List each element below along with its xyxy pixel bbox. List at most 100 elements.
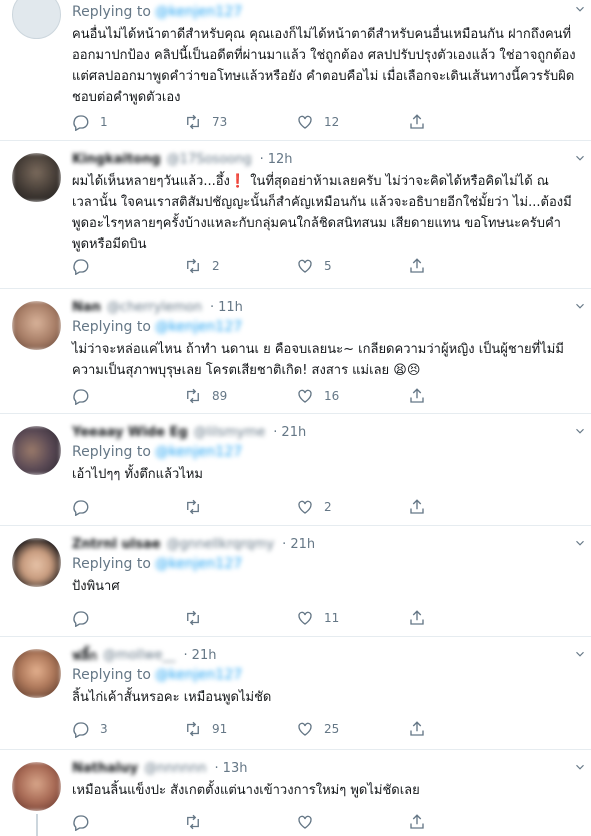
tweet[interactable]: Yeeaay Wide Eg @lilsmyme · 21h Replying to @… — [0, 414, 591, 526]
retweet-icon — [187, 721, 199, 737]
display-name[interactable]: ฟลิ้ก — [72, 645, 97, 666]
reply-button[interactable]: 1 — [72, 113, 184, 131]
tweet[interactable]: Kingkaitong @17Sosoong · 12h ผมได้เห็นหลายๆ… — [0, 141, 591, 289]
tweet-text: คนอื่นไม่ได้หน้าตาดีสำหรับคุณ คุณเองก็ไม… — [72, 27, 576, 105]
tweet-header: Yeeaay Wide Eg @lilsmyme · 21h — [72, 422, 579, 442]
reply-button[interactable] — [72, 257, 184, 275]
retweet-button[interactable]: 91 — [184, 720, 296, 738]
retweet-icon — [187, 610, 199, 626]
share-button[interactable] — [408, 257, 438, 275]
like-button[interactable]: 5 — [296, 257, 408, 275]
share-icon — [410, 814, 424, 829]
reply-button[interactable] — [72, 387, 184, 405]
share-icon — [410, 114, 424, 129]
handle[interactable]: @lilsmyme — [194, 425, 266, 440]
share-icon — [410, 721, 424, 736]
mention-link[interactable]: @kenjen127 — [155, 667, 242, 683]
display-name[interactable]: Yeeaay Wide Eg — [72, 425, 188, 440]
tweet-text: เหมือนลิ้นแข็งปะ สังเกตตั้งแต่นางเข้าวงก… — [72, 783, 420, 798]
timestamp[interactable]: 21h — [192, 648, 217, 663]
heart-icon — [298, 815, 312, 829]
avatar[interactable] — [12, 301, 61, 350]
mention-link[interactable]: @kenjen127 — [155, 444, 242, 460]
like-button[interactable]: 25 — [296, 720, 408, 738]
heart-icon — [298, 389, 312, 403]
like-button[interactable]: 12 — [296, 113, 408, 131]
retweet-button[interactable] — [184, 498, 296, 516]
retweet-icon — [187, 814, 199, 830]
tweet-header: Nathaluy @nnnnnn · 13h — [72, 758, 579, 778]
reply-button[interactable] — [72, 813, 184, 831]
retweet-button[interactable] — [184, 609, 296, 627]
reply-icon — [73, 115, 89, 131]
avatar[interactable] — [12, 153, 61, 202]
share-button[interactable] — [408, 387, 438, 405]
handle[interactable]: @17Sosoong — [167, 152, 252, 167]
display-name[interactable]: Nathaluy — [72, 761, 138, 776]
tweet-text: ลิ้นไก่เค้าสั้นหรอคะ เหมือนพูดไม่ชัด — [72, 690, 272, 705]
reply-icon — [73, 611, 89, 627]
tweet[interactable]: Zntrnl ulsae @gnnellkrqrqmy · 21h Replying … — [0, 526, 591, 637]
retweet-icon — [187, 114, 199, 130]
avatar[interactable] — [12, 649, 61, 698]
separator-dot: · — [282, 536, 287, 552]
retweet-icon — [187, 499, 199, 515]
retweet-button[interactable]: 2 — [184, 257, 296, 275]
share-icon — [410, 499, 424, 514]
handle[interactable]: @mollwe__ — [103, 648, 175, 663]
retweet-button[interactable]: 73 — [184, 113, 296, 131]
avatar[interactable] — [12, 0, 61, 39]
tweet[interactable]: Nan @cherrylemon · 11h Replying to @kenjen12… — [0, 289, 591, 414]
share-button[interactable] — [408, 720, 438, 738]
retweet-button[interactable] — [184, 813, 296, 831]
mention-link[interactable]: @kenjen127 — [155, 319, 242, 335]
share-button[interactable] — [408, 498, 438, 516]
reply-button[interactable] — [72, 498, 184, 516]
handle[interactable]: @cherrylemon — [107, 300, 202, 315]
like-button[interactable]: 11 — [296, 609, 408, 627]
handle[interactable]: @gnnellkrqrqmy — [167, 537, 275, 552]
reply-button[interactable] — [72, 609, 184, 627]
replying-to: Replying to @kenjen127 — [72, 667, 243, 683]
replying-to: Replying to @kenjen127 — [72, 319, 243, 335]
heart-icon — [298, 115, 312, 129]
mention-link[interactable]: @kenjen127 — [155, 556, 242, 572]
share-button[interactable] — [408, 113, 438, 131]
like-button[interactable] — [296, 813, 408, 831]
tweet-header: Kingkaitong @17Sosoong · 12h — [72, 149, 579, 169]
reply-feed: Replying to @kenjen127 คนอื่นไม่ได้หน้าตา… — [0, 0, 591, 836]
tweet[interactable]: ฟลิ้ก @mollwe__ · 21h Replying to @kenjen127… — [0, 637, 591, 750]
reply-button[interactable]: 3 — [72, 720, 184, 738]
like-button[interactable]: 2 — [296, 498, 408, 516]
mention-link[interactable]: @kenjen127 — [155, 4, 242, 20]
tweet-text: ไม่ว่าจะหล่อแค่ไหน ถ้าทำ นดานเ ย คือจบเล… — [72, 342, 564, 378]
avatar[interactable] — [12, 538, 61, 587]
share-icon — [410, 258, 424, 273]
share-icon — [410, 388, 424, 403]
display-name[interactable]: Zntrnl ulsae — [72, 537, 161, 552]
share-button[interactable] — [408, 609, 438, 627]
replying-to: Replying to @kenjen127 — [72, 556, 243, 572]
replying-to: Replying to @kenjen127 — [72, 444, 243, 460]
timestamp[interactable]: 21h — [281, 425, 306, 440]
timestamp[interactable]: 12h — [268, 152, 293, 167]
tweet-text: ผมได้เห็นหลายๆวันแล้ว...อึ้ง❗️ ในที่สุดอ… — [72, 174, 572, 252]
retweet-button[interactable]: 89 — [184, 387, 296, 405]
heart-icon — [298, 500, 312, 514]
timestamp[interactable]: 13h — [223, 761, 248, 776]
tweet[interactable]: Replying to @kenjen127 คนอื่นไม่ได้หน้าตา… — [0, 0, 591, 141]
avatar[interactable] — [12, 426, 61, 475]
timestamp[interactable]: 11h — [218, 300, 243, 315]
separator-dot: · — [214, 760, 219, 776]
separator-dot: · — [273, 424, 278, 440]
timestamp[interactable]: 21h — [290, 537, 315, 552]
display-name[interactable]: Kingkaitong — [72, 152, 161, 167]
reply-icon — [73, 500, 89, 516]
share-button[interactable] — [408, 813, 438, 831]
display-name[interactable]: Nan — [72, 300, 101, 315]
tweet-header: Nan @cherrylemon · 11h — [72, 297, 579, 317]
handle[interactable]: @nnnnnn — [144, 761, 206, 776]
avatar[interactable] — [12, 762, 61, 811]
tweet[interactable]: Nathaluy @nnnnnn · 13h เหมือนลิ้นแข็งปะ สัง… — [0, 750, 591, 836]
like-button[interactable]: 16 — [296, 387, 408, 405]
